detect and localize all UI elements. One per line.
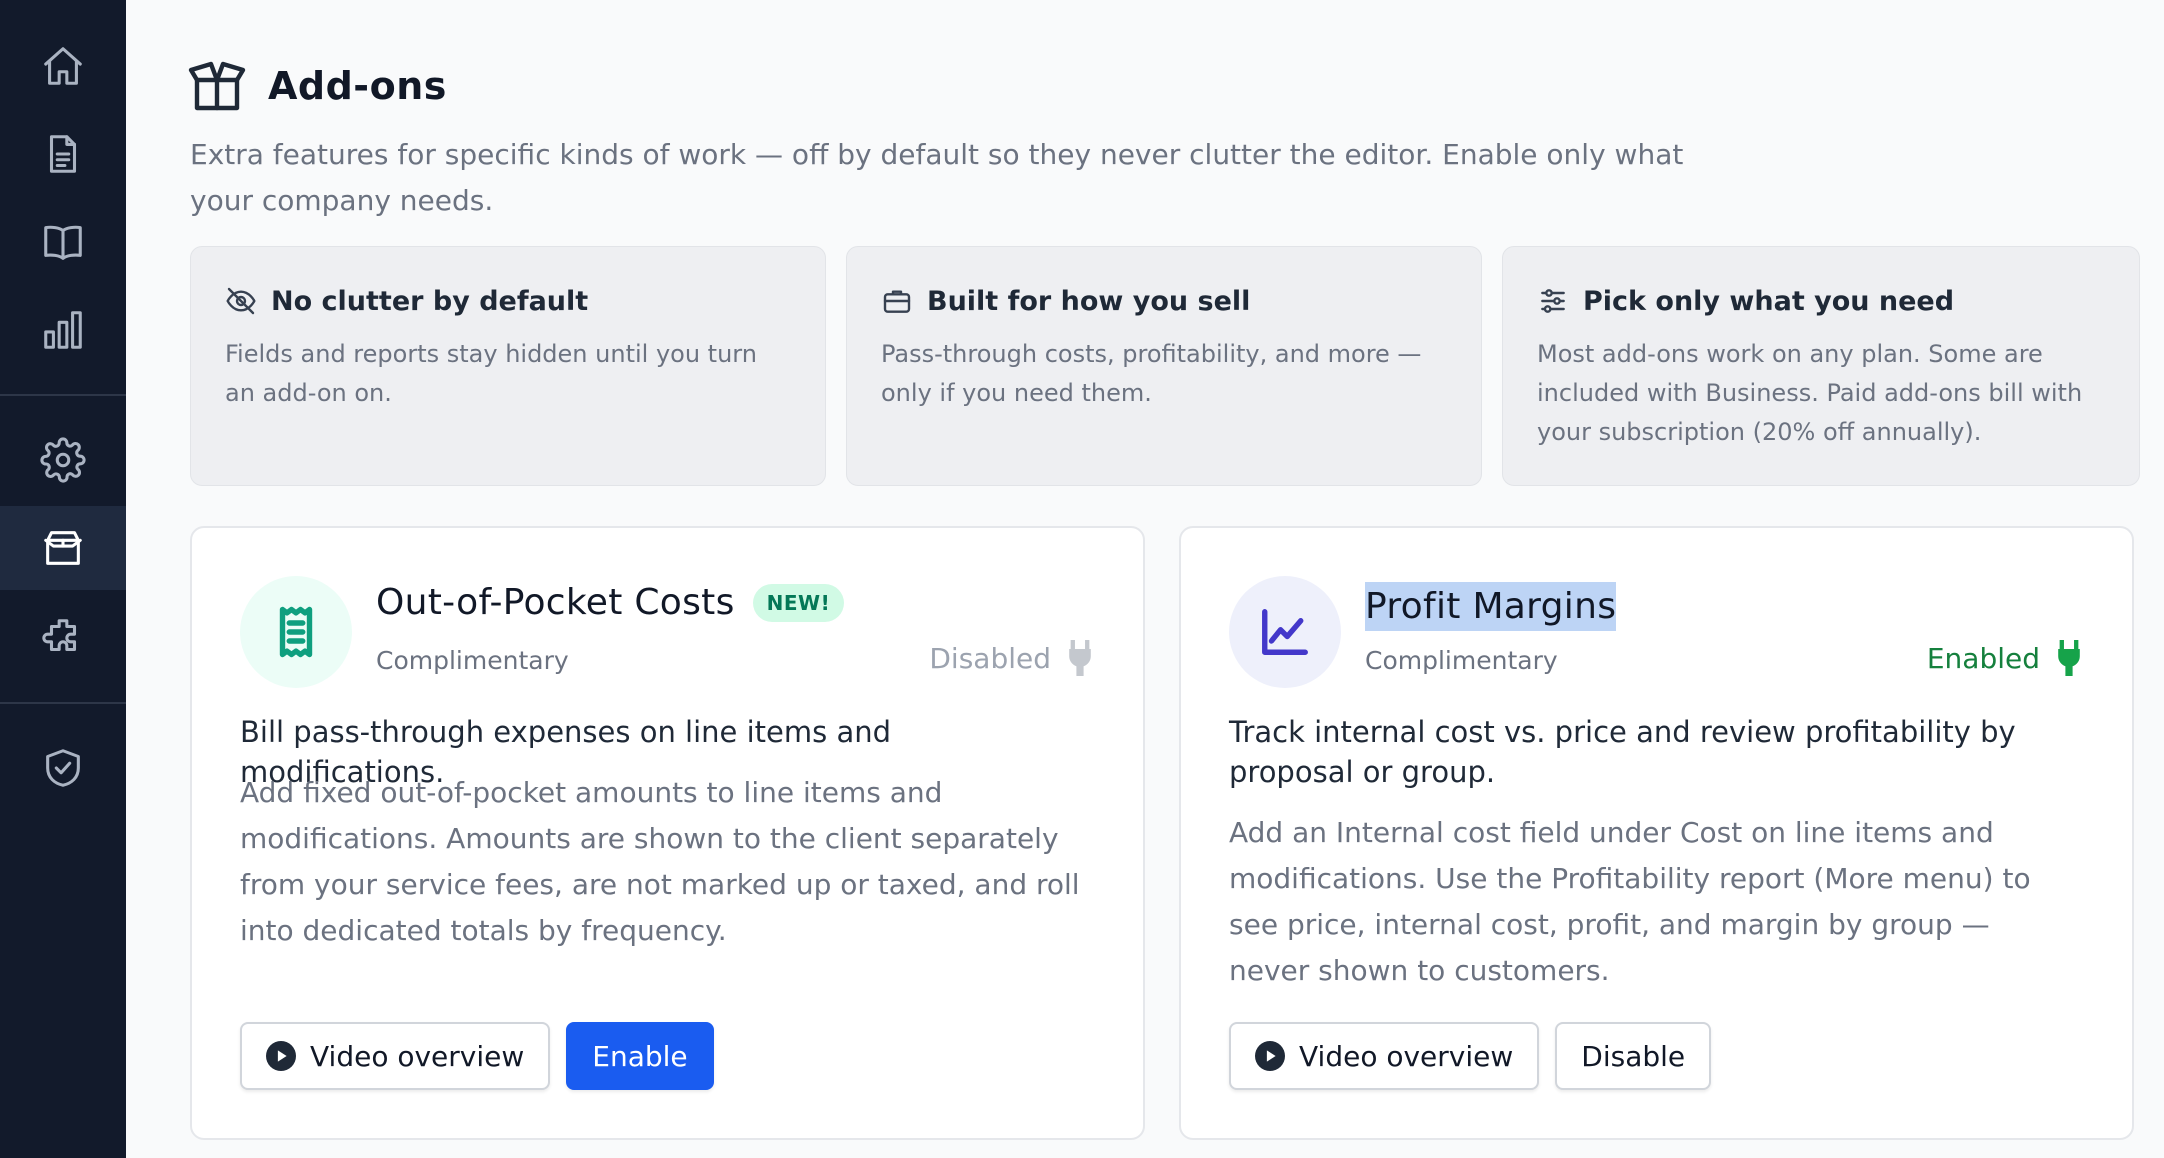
box-icon <box>188 61 246 111</box>
addon-icon-circle <box>1229 576 1341 688</box>
video-overview-label: Video overview <box>310 1039 525 1073</box>
feature-title: No clutter by default <box>271 285 589 317</box>
sidebar-item-home[interactable] <box>0 24 126 108</box>
feature-title: Built for how you sell <box>927 285 1251 317</box>
plug-icon <box>1069 640 1091 676</box>
feature-card: Built for how you sell Pass-through cost… <box>846 246 1482 486</box>
sidebar-item-library[interactable] <box>0 200 126 284</box>
play-icon <box>266 1041 296 1071</box>
line-chart-icon <box>1262 609 1308 655</box>
sidebar-item-documents[interactable] <box>0 112 126 196</box>
feature-card: No clutter by default Fields and reports… <box>190 246 826 486</box>
document-icon <box>49 135 77 173</box>
gear-icon <box>40 437 86 483</box>
status-text: Enabled <box>1926 641 2040 675</box>
home-icon <box>44 47 82 85</box>
new-badge: NEW! <box>752 583 845 622</box>
addon-status: Enabled <box>1927 640 2084 676</box>
addon-actions: Video overview Disable <box>1229 1022 1712 1090</box>
sidebar-divider <box>0 702 126 704</box>
eye-off-icon <box>226 287 256 315</box>
bar-chart-icon <box>44 311 82 349</box>
addon-plan: Complimentary <box>376 646 569 675</box>
addon-title: Profit Margins <box>1365 582 1617 631</box>
sidebar-divider <box>0 394 126 396</box>
addon-status: Disabled <box>929 640 1095 676</box>
addon-description: Add an Internal cost field under Cost on… <box>1229 816 2031 987</box>
addon-icon-circle <box>240 576 352 688</box>
addon-title-text: Profit Margins <box>1365 582 1617 631</box>
addon-lead: Track internal cost vs. price and review… <box>1229 715 2016 789</box>
main-content: Add-ons Extra features for specific kind… <box>126 0 2164 1158</box>
page-title: Add-ons <box>268 64 447 108</box>
addon-cards: Out-of-Pocket Costs NEW! Complimentary D… <box>190 526 2134 1140</box>
addon-title: Out-of-Pocket Costs NEW! <box>376 582 845 623</box>
video-overview-button[interactable]: Video overview <box>1229 1022 1540 1090</box>
sidebar-item-settings[interactable] <box>0 418 126 502</box>
addon-title-text: Out-of-Pocket Costs <box>376 582 735 623</box>
status-text: Disabled <box>929 641 1051 675</box>
addon-card-profit-margins: Profit Margins Complimentary Enabled Tra… <box>1179 526 2134 1140</box>
briefcase-icon <box>883 290 911 313</box>
addon-description: Add fixed out-of-pocket amounts to line … <box>240 776 1080 947</box>
feature-highlights: No clutter by default Fields and reports… <box>190 246 2140 486</box>
sidebar <box>0 0 126 1158</box>
plug-icon <box>2058 640 2080 676</box>
video-overview-label: Video overview <box>1299 1039 1514 1073</box>
feature-card: Pick only what you need Most add-ons wor… <box>1502 246 2140 486</box>
sidebar-item-integrations[interactable] <box>0 596 126 680</box>
feature-title: Pick only what you need <box>1583 285 1955 317</box>
addon-card-out-of-pocket: Out-of-Pocket Costs NEW! Complimentary D… <box>190 526 1145 1140</box>
disable-button[interactable]: Disable <box>1555 1022 1712 1090</box>
feature-description: Most add-ons work on any plan. Some are … <box>1537 340 2083 446</box>
play-icon <box>1255 1041 1285 1071</box>
book-icon <box>44 225 82 260</box>
feature-description: Fields and reports stay hidden until you… <box>225 340 757 407</box>
box-icon <box>44 531 82 565</box>
sidebar-item-reports[interactable] <box>0 288 126 372</box>
enable-button[interactable]: Enable <box>566 1022 714 1090</box>
feature-description: Pass-through costs, profitability, and m… <box>881 340 1422 407</box>
page-header: Add-ons <box>186 60 447 112</box>
sidebar-item-addons[interactable] <box>0 506 126 590</box>
shield-check-icon <box>46 749 80 787</box>
page-subtitle: Extra features for specific kinds of wor… <box>190 138 1684 217</box>
receipt-icon <box>279 606 313 658</box>
puzzle-icon <box>42 619 77 652</box>
video-overview-button[interactable]: Video overview <box>240 1022 551 1090</box>
addon-plan: Complimentary <box>1365 646 1558 675</box>
sidebar-item-security[interactable] <box>0 726 126 810</box>
addon-actions: Video overview Enable <box>240 1022 714 1090</box>
sliders-icon <box>1541 289 1565 313</box>
